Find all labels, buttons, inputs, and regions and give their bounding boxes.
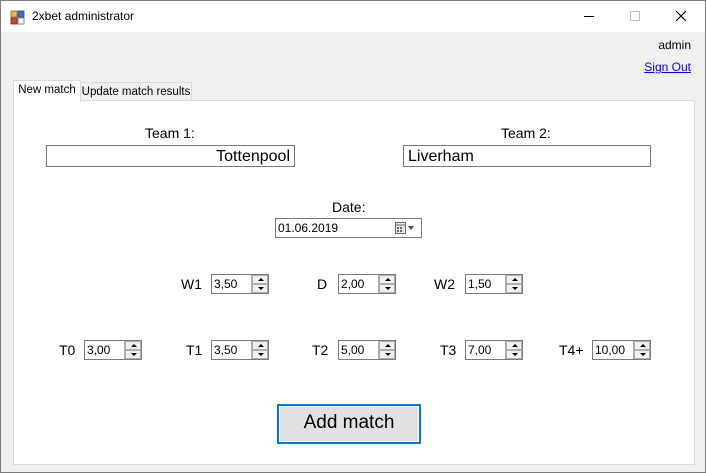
t4plus-value: 10,00	[595, 343, 626, 357]
t4plus-label: T4+	[559, 342, 584, 358]
username-label: admin	[658, 38, 691, 52]
close-button[interactable]	[658, 1, 704, 32]
d-label: D	[317, 276, 328, 292]
date-picker[interactable]: 01.06.2019	[275, 218, 422, 238]
t0-value: 3,00	[87, 343, 111, 357]
sign-out-link[interactable]: Sign Out	[644, 60, 691, 74]
t2-label: T2	[312, 342, 329, 358]
w2-label: W2	[434, 276, 455, 292]
spin-down-icon[interactable]	[379, 350, 395, 359]
w1-value: 3,50	[214, 277, 238, 291]
w2-stepper[interactable]: 1,50	[465, 274, 523, 294]
t3-stepper[interactable]: 7,00	[465, 340, 523, 360]
t2-value: 5,00	[341, 343, 365, 357]
spin-up-icon[interactable]	[379, 275, 395, 284]
t4plus-stepper[interactable]: 10,00	[592, 340, 651, 360]
app-icon	[10, 10, 25, 25]
w1-stepper[interactable]: 3,50	[211, 274, 269, 294]
t1-stepper[interactable]: 3,50	[211, 340, 269, 360]
spin-down-icon[interactable]	[506, 350, 522, 359]
calendar-dropdown-icon[interactable]	[395, 222, 417, 234]
w2-spin-buttons	[505, 275, 522, 293]
w1-spin-buttons	[251, 275, 268, 293]
spin-down-icon[interactable]	[379, 284, 395, 293]
t0-spin-buttons	[124, 341, 141, 359]
t1-label: T1	[186, 342, 203, 358]
spin-up-icon[interactable]	[379, 341, 395, 350]
d-spin-buttons	[378, 275, 395, 293]
t4plus-spin-buttons	[633, 341, 650, 359]
t2-spin-buttons	[378, 341, 395, 359]
spin-down-icon[interactable]	[506, 284, 522, 293]
title-bar[interactable]: 2xbet administrator	[1, 1, 705, 32]
t0-label: T0	[59, 342, 76, 358]
spin-up-icon[interactable]	[252, 341, 268, 350]
team2-label: Team 2:	[501, 125, 551, 141]
spin-up-icon[interactable]	[252, 275, 268, 284]
close-icon	[676, 11, 686, 21]
spin-down-icon[interactable]	[252, 350, 268, 359]
team2-input[interactable]: Liverham	[403, 145, 651, 167]
d-value: 2,00	[341, 277, 365, 291]
date-label: Date:	[332, 199, 366, 215]
spin-up-icon[interactable]	[506, 275, 522, 284]
spin-up-icon[interactable]	[506, 341, 522, 350]
date-value: 01.06.2019	[278, 221, 339, 235]
minimize-button[interactable]	[566, 1, 612, 32]
maximize-icon	[630, 11, 640, 21]
spin-down-icon[interactable]	[252, 284, 268, 293]
spin-up-icon[interactable]	[634, 341, 650, 350]
tab-update-match-results[interactable]: Update match results	[80, 82, 192, 102]
d-stepper[interactable]: 2,00	[338, 274, 396, 294]
t3-value: 7,00	[468, 343, 492, 357]
team1-label: Team 1:	[145, 125, 195, 141]
team1-input[interactable]: Tottenpool	[46, 145, 295, 167]
w1-label: W1	[181, 276, 202, 292]
tab-new-match[interactable]: New match	[13, 80, 81, 102]
t0-stepper[interactable]: 3,00	[84, 340, 142, 360]
t3-spin-buttons	[505, 341, 522, 359]
maximize-button[interactable]	[612, 1, 658, 32]
spin-down-icon[interactable]	[634, 350, 650, 359]
w2-value: 1,50	[468, 277, 492, 291]
app-window: 2xbet administrator admin Sign Out New m…	[0, 0, 706, 473]
window-title: 2xbet administrator	[32, 9, 135, 23]
t2-stepper[interactable]: 5,00	[338, 340, 396, 360]
spin-up-icon[interactable]	[125, 341, 141, 350]
t3-label: T3	[440, 342, 457, 358]
add-match-button[interactable]: Add match	[277, 404, 421, 444]
t1-value: 3,50	[214, 343, 238, 357]
spin-down-icon[interactable]	[125, 350, 141, 359]
t1-spin-buttons	[251, 341, 268, 359]
minimize-icon	[584, 16, 594, 17]
